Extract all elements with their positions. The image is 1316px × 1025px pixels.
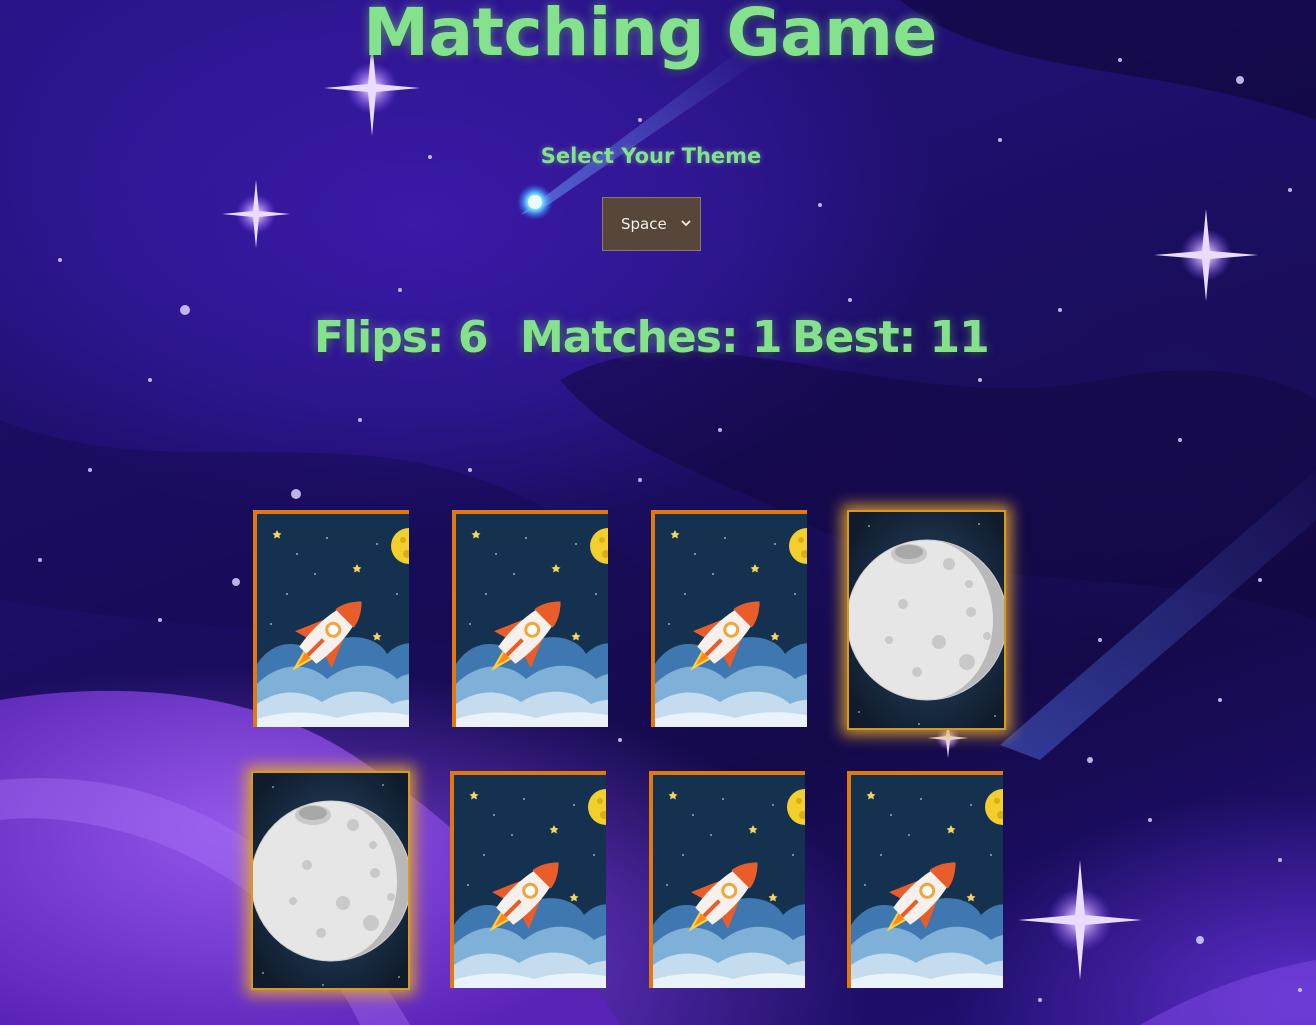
rocket-icon (653, 775, 805, 988)
rocket-icon (456, 514, 608, 727)
card-8[interactable] (847, 771, 1003, 988)
page-title: Matching Game (363, 0, 937, 71)
rocket-icon (454, 775, 606, 988)
card-3[interactable] (651, 510, 807, 727)
best-score: Best: 11 (792, 312, 990, 363)
moon-icon (849, 512, 1004, 728)
rocket-icon (257, 514, 409, 727)
card-2[interactable] (452, 510, 608, 727)
moon-icon (253, 773, 408, 988)
chevron-down-icon (681, 220, 691, 227)
theme-label: Select Your Theme (540, 144, 762, 168)
rocket-icon (851, 775, 1003, 988)
theme-select-value: Space (621, 215, 667, 233)
card-4[interactable] (847, 510, 1006, 730)
theme-select[interactable]: Space (602, 197, 701, 251)
flips-counter: Flips: 6 (314, 312, 488, 363)
card-6[interactable] (450, 771, 606, 988)
card-5[interactable] (251, 771, 410, 990)
matches-counter: Matches: 1 (520, 312, 782, 363)
rocket-icon (655, 514, 807, 727)
stats-bar: Flips: 6 Matches: 1 Best: 11 (0, 312, 1316, 372)
card-1[interactable] (253, 510, 409, 727)
card-7[interactable] (649, 771, 805, 988)
